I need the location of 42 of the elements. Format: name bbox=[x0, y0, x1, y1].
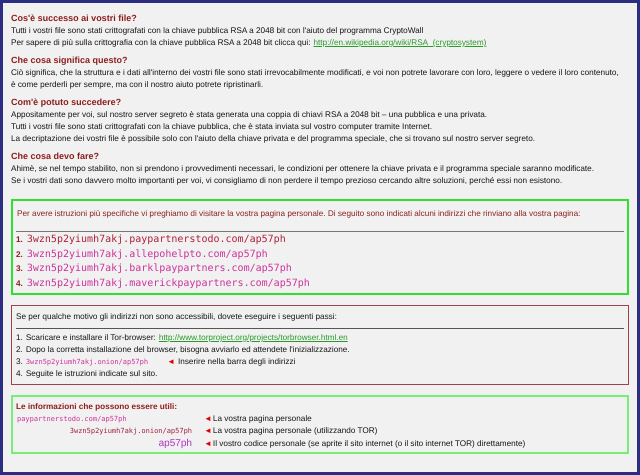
step-text: Inserire nella barra degli indirizzi bbox=[178, 356, 296, 368]
address-link[interactable]: 3wzn5p2yiumh7akj.allepohelpto.com/ap57ph bbox=[26, 248, 268, 262]
address-link[interactable]: 3wzn5p2yiumh7akj.maverickpaypartners.com/ap57ph bbox=[26, 276, 310, 291]
list-number: 1. bbox=[16, 234, 23, 246]
personal-code: ap57ph bbox=[158, 437, 192, 450]
paragraph-line: Per sapere di più sulla crittografia con la chiave pubblica RSA a 2048 bit clicca qui: bbox=[11, 37, 310, 49]
step-number: 4. bbox=[16, 368, 23, 380]
step-text: Scaricare e installare il Tor-browser: bbox=[26, 332, 156, 344]
section-heading: Com'è potuto succedere? bbox=[11, 96, 122, 109]
paragraph-line: Ciò significa, che la struttura e i dati all'interno dei vostri file sono stati irrevocabilmente modificati, e voi non potrete lavorare con loro, leggere o vedere il loro contenuto, bbox=[11, 67, 619, 79]
step-text: Seguite le istruzioni indicate sul sito. bbox=[26, 368, 158, 380]
list-number: 4. bbox=[16, 278, 23, 290]
address-link[interactable]: 3wzn5p2yiumh7akj.barklpaypartners.com/ap57ph bbox=[26, 262, 292, 276]
pointer-arrow: ◄ bbox=[204, 425, 212, 437]
box-intro: Se per qualche motivo gli indirizzi non sono accessibili, dovete eseguire i seguenti passi: bbox=[16, 311, 338, 323]
paragraph-line: Tutti i vostri file sono stati crittografati con la chiave pubblica, che è stata inviata sul vostro computer tramite Internet. bbox=[11, 121, 432, 133]
pointer-arrow: ◄ bbox=[204, 413, 212, 425]
web-link[interactable]: http://www.torproject.org/projects/torbrowser.html.en bbox=[158, 332, 348, 344]
info-heading: Le informazioni che possono essere utili: bbox=[16, 401, 178, 413]
section-heading: Cos'è successo ai vostri file? bbox=[11, 12, 138, 25]
step-text: Dopo la corretta installazione del browser, bisogna avviarlo ed attendete l'inizializzazione. bbox=[26, 344, 350, 356]
box-intro: Per avere istruzioni più specifiche vi preghiamo di visitare la vostra pagina personale. Di seguito sono indicati alcuni indirizzi che rinviano alla vostra pagina: bbox=[16, 208, 582, 220]
step-number: 1. bbox=[16, 332, 23, 344]
step-number: 3. bbox=[16, 356, 23, 368]
address-link[interactable]: 3wzn5p2yiumh7akj.paypartnerstodo.com/ap57ph bbox=[26, 233, 286, 248]
list-number: 3. bbox=[16, 263, 23, 275]
step-number: 2. bbox=[16, 344, 23, 356]
paragraph-line: Appositamente per voi, sul nostro server segreto è stata generata una coppia di chiavi RSA a 2048 bit – una pubblica e una privata. bbox=[11, 109, 488, 121]
paragraph-line: Tutti i vostri file sono stati crittografati con la chiave pubblica RSA a 2048 bit con l'aiuto del programma CryptoWall bbox=[11, 25, 424, 37]
info-text: La vostra pagina personale bbox=[212, 413, 312, 425]
section-heading: Che cosa significa questo? bbox=[11, 54, 129, 67]
paragraph-line: Se i vostri dati sono davvero molto importanti per voi, vi consigliamo di non perdere il tempo prezioso cercando altre soluzioni, perché essi non esistono. bbox=[11, 175, 562, 187]
info-text: Il vostro codice personale (se aprite il sito internet (o il sito internet TOR) direttamente) bbox=[212, 438, 526, 450]
info-text: La vostra pagina personale (utilizzando TOR) bbox=[212, 425, 378, 437]
pointer-arrow: ◄ bbox=[204, 438, 212, 450]
section-heading: Che cosa devo fare? bbox=[11, 150, 100, 163]
web-link[interactable]: http://en.wikipedia.org/wiki/RSA_(cryptosystem) bbox=[313, 37, 486, 49]
list-number: 2. bbox=[16, 248, 23, 260]
paragraph-line: è come perderli per sempre, ma con il nostro aiuto potrete ripristinarli. bbox=[11, 79, 264, 91]
paragraph-line: Ahimè, se nel tempo stabilito, non si prendono i provvedimenti necessari, le condizioni per ottenere la chiave privata e il programma speciale saranno modificate. bbox=[11, 163, 594, 175]
pointer-arrow: ◄ bbox=[167, 356, 175, 368]
paragraph-line: La decriptazione dei vostri file è possibile solo con l'aiuto della chiave privata e del programma speciale, che si trovano sul nostro server segreto. bbox=[11, 133, 536, 145]
